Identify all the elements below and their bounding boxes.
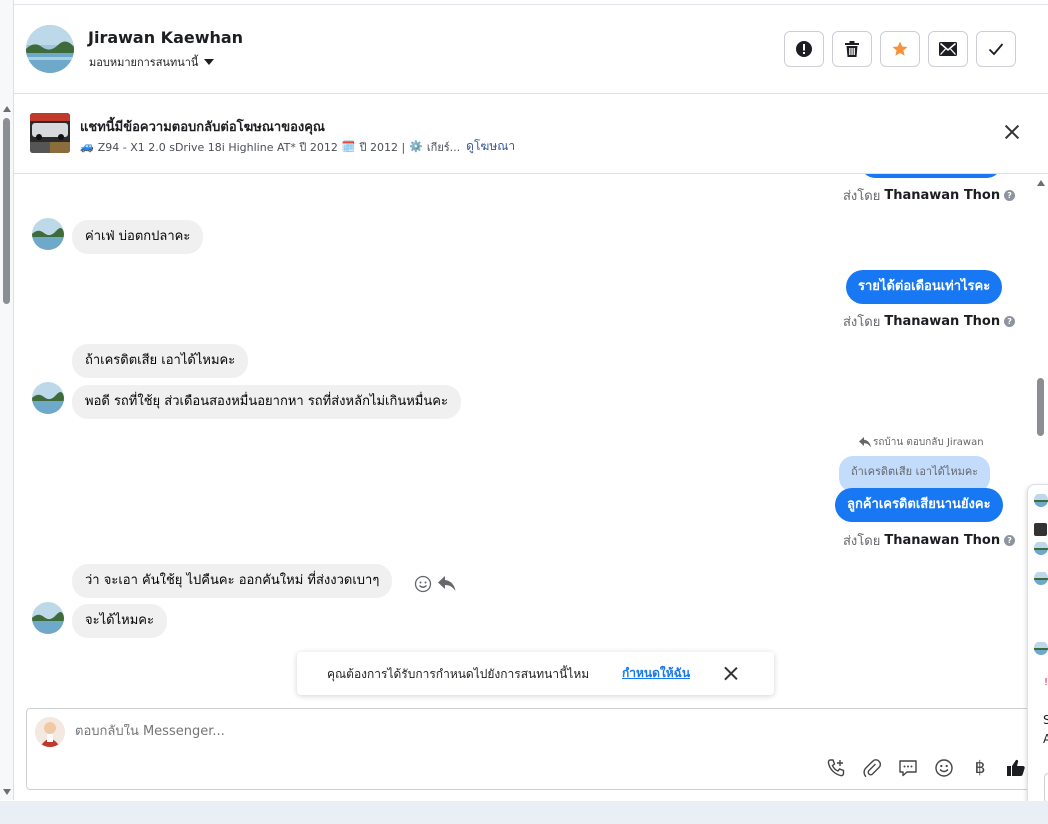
assign-conversation-dropdown[interactable]: มอบหมายการสนทนานี้ xyxy=(89,53,215,71)
thumbs-up-icon[interactable] xyxy=(1005,757,1027,779)
scrollbar-thumb[interactable] xyxy=(3,118,10,304)
help-icon[interactable]: ? xyxy=(1004,316,1016,327)
outgoing-message-bubble[interactable]: รายได้ต่อเดือนเท่าไรคะ xyxy=(846,270,1003,304)
ad-thumbnail-mini[interactable] xyxy=(1034,523,1047,536)
incoming-message-bubble[interactable]: ว่า จะเอา คันใช้ยุ ไปคืนคะ ออกคันใหม่ ที… xyxy=(72,564,393,598)
contact-avatar-mini[interactable] xyxy=(1034,493,1048,507)
composer-toolbar: ฿ xyxy=(825,757,1027,779)
gear-icon: ⚙️ xyxy=(409,140,423,153)
sender-name: Thanawan Thon xyxy=(884,533,1001,548)
scrollbar-thumb[interactable] xyxy=(1037,378,1044,436)
page-avatar xyxy=(35,717,65,747)
page-footer-strip xyxy=(0,801,1048,824)
close-icon[interactable] xyxy=(724,667,737,680)
left-scrollbar[interactable] xyxy=(0,0,14,800)
side-panel-text: A xyxy=(1043,732,1048,746)
ad-model: Z94 - X1 2.0 sDrive 18i Highline AT* ปี … xyxy=(97,140,338,154)
toast-message: คุณต้องการได้รับการกำหนดไปยังการสนทนานี้… xyxy=(327,667,590,681)
help-icon[interactable]: ? xyxy=(1004,190,1016,201)
contact-avatar-mini[interactable] xyxy=(1034,571,1048,585)
side-panel-button[interactable] xyxy=(1044,773,1048,803)
star-icon xyxy=(892,41,908,56)
view-ad-link[interactable]: ดูโฆษณา xyxy=(466,137,515,156)
outgoing-message-bubble[interactable] xyxy=(861,174,1001,178)
side-panel-text: S xyxy=(1043,713,1048,727)
quoted-message[interactable]: ถ้าเครดิตเสีย เอาได้ไหมคะ xyxy=(839,456,991,492)
sent-by-label: ส่งโดย Thanawan Thon ? xyxy=(843,311,1016,332)
check-icon xyxy=(988,43,1004,56)
sent-by-label: ส่งโดย Thanawan Thon ? xyxy=(843,530,1016,551)
contact-avatar-small[interactable] xyxy=(32,218,64,250)
mark-unread-button[interactable] xyxy=(928,31,968,67)
ad-details: 🚙 Z94 - X1 2.0 sDrive 18i Highline AT* ป… xyxy=(80,137,515,156)
contact-name: Jirawan Kaewhan xyxy=(88,28,244,47)
sender-name: Thanawan Thon xyxy=(884,314,1001,329)
ad-year: ปี 2012 | xyxy=(359,140,406,154)
incoming-message-bubble[interactable]: ค่าเฟ่ บ่อตกปลาคะ xyxy=(72,220,204,254)
contact-avatar-mini[interactable] xyxy=(1034,541,1048,555)
assign-label: มอบหมายการสนทนานี้ xyxy=(89,56,199,69)
assign-to-me-link[interactable]: กำหนดให้ฉัน xyxy=(622,664,690,683)
side-inbox-panel[interactable]: ! S A xyxy=(1027,484,1048,816)
star-button[interactable] xyxy=(880,31,920,67)
emoji-icon[interactable] xyxy=(933,757,955,779)
caret-down-icon xyxy=(204,59,215,65)
ad-gear: เกียร์... xyxy=(426,140,461,154)
ad-banner-title: แชทนี้มีข้อความตอบกลับต่อโฆษณาของคุณ xyxy=(80,120,325,135)
calendar-icon: 🗓️ xyxy=(341,140,356,153)
paperclip-icon[interactable] xyxy=(861,757,883,779)
help-icon[interactable]: ? xyxy=(1004,535,1016,546)
saved-reply-icon[interactable] xyxy=(897,757,919,779)
contact-avatar-small[interactable] xyxy=(32,382,64,414)
alert-icon xyxy=(796,41,812,57)
ad-thumbnail[interactable] xyxy=(30,113,70,153)
reply-icon[interactable] xyxy=(438,576,456,596)
baht-icon[interactable]: ฿ xyxy=(969,757,991,779)
scroll-up-arrow-icon[interactable] xyxy=(3,106,11,112)
delete-button[interactable] xyxy=(832,31,872,67)
mark-done-button[interactable] xyxy=(976,31,1016,67)
mail-icon xyxy=(939,42,957,56)
reply-context-label: รถบ้าน ตอบกลับ Jirawan xyxy=(859,435,984,450)
close-icon[interactable] xyxy=(1004,124,1020,140)
conversation-header: Jirawan Kaewhan มอบหมายการสนทนานี้ xyxy=(14,5,1048,94)
outgoing-message-bubble[interactable]: ลูกค้าเครดิตเสียนานยังคะ xyxy=(835,488,1003,522)
react-icon[interactable] xyxy=(414,575,432,597)
ad-reply-banner: แชทนี้มีข้อความตอบกลับต่อโฆษณาของคุณ 🚙 Z… xyxy=(14,94,1048,174)
assign-toast: คุณต้องการได้รับการกำหนดไปยังการสนทนานี้… xyxy=(297,652,774,695)
contact-avatar-small[interactable] xyxy=(32,602,64,634)
message-thread[interactable]: ส่งโดย Thanawan Thon ? ค่าเฟ่ บ่อตกปลาคะ… xyxy=(14,174,1034,702)
trash-icon xyxy=(845,41,859,57)
sent-by-label: ส่งโดย Thanawan Thon ? xyxy=(843,185,1016,206)
contact-avatar-mini[interactable] xyxy=(1034,641,1048,655)
message-composer: ฿ xyxy=(26,708,1034,790)
header-actions xyxy=(784,31,1016,67)
incoming-message-bubble[interactable]: พอดี รถที่ใช้ยุ ส่วเดือนสองหมื่นอยากหา ร… xyxy=(72,385,461,419)
alert-marker: ! xyxy=(1044,677,1048,688)
sender-name: Thanawan Thon xyxy=(884,188,1001,203)
messenger-inbox-window: Jirawan Kaewhan มอบหมายการสนทนานี้ แชทนี… xyxy=(0,0,1048,824)
reply-input[interactable] xyxy=(75,724,775,739)
contact-avatar[interactable] xyxy=(26,25,74,73)
incoming-message-bubble[interactable]: ถ้าเครดิตเสีย เอาได้ไหมคะ xyxy=(72,344,249,378)
scroll-up-arrow-icon[interactable] xyxy=(1037,180,1045,186)
incoming-message-bubble[interactable]: จะได้ไหมคะ xyxy=(72,604,167,638)
scroll-down-arrow-icon[interactable] xyxy=(3,789,11,795)
report-button[interactable] xyxy=(784,31,824,67)
reply-arrow-icon xyxy=(859,437,871,448)
phone-add-icon[interactable] xyxy=(825,757,847,779)
car-icon: 🚙 xyxy=(80,140,94,153)
